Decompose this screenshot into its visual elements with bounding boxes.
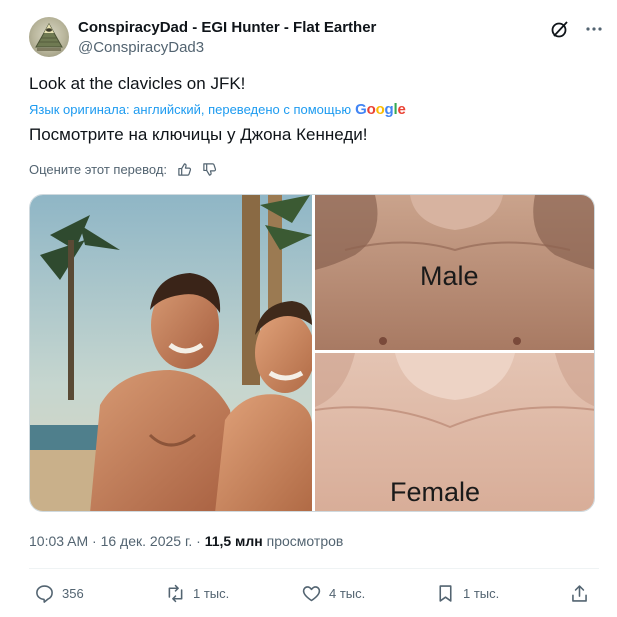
translated-text: Посмотрите на ключицы у Джона Кеннеди!	[29, 125, 368, 144]
reply-button[interactable]: 356	[34, 580, 84, 606]
reply-count: 356	[62, 585, 84, 601]
tweet-meta: 10:03 AM · 16 дек. 2025 г. · 11,5 млн пр…	[29, 533, 343, 549]
avatar[interactable]	[29, 17, 69, 57]
bookmark-icon	[439, 584, 452, 602]
rate-translation: Оцените этот перевод:	[29, 162, 217, 177]
like-count: 4 тыс.	[329, 585, 366, 601]
translation-note[interactable]: Язык оригинала: английский, переведено с…	[29, 101, 406, 118]
share-button[interactable]	[569, 580, 597, 606]
author-display-name[interactable]: ConspiracyDad - EGI Hunter - Flat Earthe…	[78, 19, 376, 36]
bookmark-button[interactable]: 1 тыс.	[435, 580, 499, 606]
thumbs-down-icon[interactable]	[202, 162, 217, 177]
share-icon	[572, 584, 587, 602]
tweet-media[interactable]: Male Female	[29, 194, 595, 512]
action-bar: 356 1 тыс. 4 тыс. 1 тыс.	[29, 580, 599, 606]
tweet-text: Look at the clavicles on JFK!	[29, 74, 246, 93]
female-label: Female	[390, 477, 481, 507]
author-handle[interactable]: @ConspiracyDad3	[78, 39, 204, 56]
like-button[interactable]: 4 тыс.	[301, 580, 365, 606]
heart-icon	[302, 585, 321, 601]
translation-note-text: Язык оригинала: английский, переведено с…	[29, 102, 352, 117]
view-count: 11,5 млн	[204, 533, 263, 549]
reply-icon	[36, 584, 53, 603]
pyramid-eye-icon	[35, 22, 63, 51]
thumbs-up-icon[interactable]	[177, 162, 192, 177]
bookmark-count: 1 тыс.	[463, 585, 500, 601]
male-label: Male	[420, 261, 479, 291]
repost-count: 1 тыс.	[193, 585, 230, 601]
views-label: просмотров	[262, 533, 344, 549]
more-options-icon[interactable]	[584, 19, 604, 39]
tweet-header: ConspiracyDad - EGI Hunter - Flat Earthe…	[29, 14, 602, 64]
clavicle-comparison-photo[interactable]: Male Female	[315, 195, 594, 511]
repost-icon	[168, 584, 183, 602]
tweet-timestamp[interactable]: 10:03 AM · 16 дек. 2025 г. ·	[29, 533, 205, 549]
divider	[29, 568, 599, 569]
grok-icon[interactable]	[550, 19, 570, 39]
jfk-beach-photo[interactable]	[30, 195, 312, 511]
tweet-card: ConspiracyDad - EGI Hunter - Flat Earthe…	[0, 0, 617, 617]
repost-button[interactable]: 1 тыс.	[165, 580, 229, 606]
google-logo: Google	[355, 101, 406, 118]
rate-translation-label: Оцените этот перевод:	[29, 162, 168, 177]
